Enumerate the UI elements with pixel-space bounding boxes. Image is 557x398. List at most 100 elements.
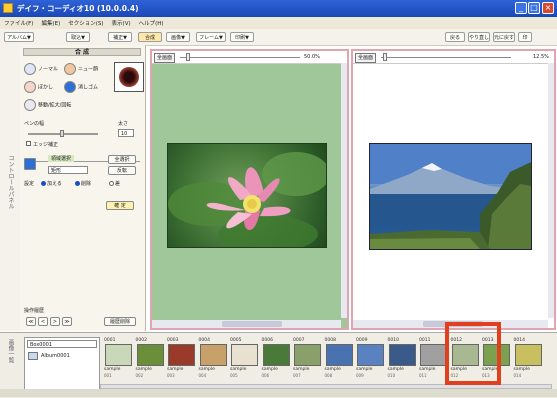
mode-blur-label: ぼかし [38,84,54,91]
right-zoom-knob[interactable] [383,53,387,61]
mode-eraser-button[interactable]: 消しゴム [64,81,98,93]
thumbnail-image [420,344,447,366]
pen-width-label: ペンの幅 [24,121,45,127]
thumbnail-subcaption: 007 [293,373,301,378]
menu-file[interactable]: ファイル(F) [0,17,37,27]
history-delete-button[interactable]: 履歴削除 [104,317,136,326]
invert-button[interactable]: 反転 [108,166,136,175]
mode-face-label: ニュー顔 [78,66,99,73]
toolbar: アルバム▼ 取込▼ 補正▼ 合成 画像▼ フレーム▼ 印刷▼ 戻る やり直し 元… [0,29,557,46]
thumbnail-image [294,344,321,366]
menu-view[interactable]: 表示(V) [108,17,135,27]
right-vertical-scrollbar[interactable] [548,63,554,318]
region-shape-select[interactable]: 矩形 [48,166,88,174]
history-next-button[interactable]: > [50,317,60,326]
menu-help[interactable]: ヘルプ(H) [135,17,168,27]
toolbar-frame-button[interactable]: フレーム▼ [196,32,226,42]
thumbnail-number: 0002 [135,338,147,343]
mode-move-button[interactable]: 移動/拡大/回転 [24,99,71,111]
apply-button[interactable]: 確 定 [106,201,134,210]
album-selector[interactable]: Box0001 Album0001 [24,337,100,391]
panel-header: 合 成 [23,48,141,56]
thumbnail-subcaption: 002 [135,373,144,378]
face-mode-icon [64,63,76,75]
toolbar-adjust-button[interactable]: 補正▼ [108,32,132,42]
thumbnail-caption: sample [293,367,310,372]
thumbnail-item[interactable]: 0003 sample 003 [167,338,196,378]
region-add-label: 加える [47,181,62,187]
thumbnail-item[interactable]: 0002 sample 002 [136,338,165,378]
mode-eraser-label: 消しゴム [78,84,99,91]
history-prev-button[interactable]: < [38,317,48,326]
thumbnail-item[interactable]: 0004 sample 004 [199,338,228,378]
menu-section[interactable]: セクション(S) [64,17,107,27]
coast-photo[interactable] [369,143,532,250]
left-fit-button[interactable]: 全画面 [154,53,176,63]
thumbnail-subcaption: 011 [419,373,427,378]
mode-normal-label: ノーマル [38,66,59,73]
toolbar-undo-button[interactable]: 元に戻す [493,32,515,42]
region-add-option[interactable]: 加える [40,180,62,187]
radio-remove [75,181,80,186]
toolbar-print-icon-button[interactable]: 印 [518,32,532,42]
thumbnail-number: 0003 [167,338,179,343]
thumbnail-item[interactable]: 0005 sample 005 [230,338,259,378]
thumbnail-subcaption: 010 [387,373,396,378]
thumbnail-item[interactable]: 0009 sample 009 [356,338,385,378]
thumbnail-item[interactable]: 0007 sample 007 [293,338,322,378]
select-all-button[interactable]: 全選択 [108,155,136,164]
edge-checkbox[interactable] [26,141,31,146]
region-select-icon [24,158,38,170]
thumbnail-item[interactable]: 0010 sample 010 [388,338,417,378]
lotus-photo[interactable] [167,143,327,248]
toolbar-composite-button[interactable]: 合成 [138,32,162,42]
thumbnail-number: 0014 [513,338,525,343]
thumbnail-item[interactable]: 0011 sample 011 [419,338,448,378]
region-remove-option[interactable]: 削除 [74,180,91,187]
toolbar-import-button[interactable]: 取込▼ [66,32,90,42]
left-zoom-knob[interactable] [186,53,190,61]
left-horizontal-scrollbar[interactable] [152,320,341,328]
right-zoom-slider[interactable] [381,57,511,58]
thumbnail-item[interactable]: 0001 sample 001 [104,338,133,378]
thumbnail-subcaption: 001 [104,373,112,378]
right-zoom-value: 12.5% [533,54,549,60]
control-panel-vertical-label: コントロールパネル [7,155,14,209]
maximize-button[interactable]: □ [528,2,540,14]
thumbnail-item[interactable]: 0006 sample 006 [262,338,291,378]
minimize-button[interactable]: _ [515,2,527,14]
right-fit-button[interactable]: 全画面 [355,53,377,63]
region-diff-option[interactable]: 差 [108,180,120,187]
lotus-flower-image [168,152,326,247]
left-zoom-slider[interactable] [180,57,300,58]
left-scroll-thumb[interactable] [222,321,282,327]
left-canvas-view[interactable]: 全画面 50.0% [150,49,349,330]
history-first-button[interactable]: ≪ [26,317,36,326]
toolbar-album-button[interactable]: アルバム▼ [4,32,34,42]
mode-face-button[interactable]: ニュー顔 [64,63,98,75]
thumbnail-number: 0001 [104,338,116,343]
thumbnail-item[interactable]: 0008 sample 008 [325,338,354,378]
toolbar-image-button[interactable]: 画像▼ [166,32,190,42]
toolbar-redo-button[interactable]: やり直し [468,32,490,42]
pen-width-knob[interactable] [60,130,64,137]
thumbnail-caption: sample [419,367,436,372]
pen-width-input[interactable]: 10 [118,129,134,137]
toolbar-back-button[interactable]: 戻る [445,32,465,42]
menu-edit[interactable]: 編集(E) [37,17,64,27]
menu-bar: ファイル(F) 編集(E) セクション(S) 表示(V) ヘルプ(H) [0,17,557,29]
mode-normal-button[interactable]: ノーマル [24,63,58,75]
album-dropdown[interactable]: Box0001 [27,340,97,348]
mode-blur-button[interactable]: ぼかし [24,81,53,93]
close-button[interactable]: × [542,2,554,14]
left-vertical-scrollbar[interactable] [341,63,347,318]
region-mode-label: 設定 [24,181,35,187]
blur-mode-icon [24,81,36,93]
image-list-vertical-label: 画像一覧 [7,339,14,363]
right-view-bar: 全画面 12.5% [353,51,554,64]
right-canvas-view[interactable]: 全画面 12.5% [351,49,556,330]
toolbar-print-button[interactable]: 印刷▼ [230,32,254,42]
thumbnail-caption: sample [261,367,278,372]
history-last-button[interactable]: ≫ [62,317,72,326]
thumbnail-item[interactable]: 0014 sample 014 [514,338,543,378]
